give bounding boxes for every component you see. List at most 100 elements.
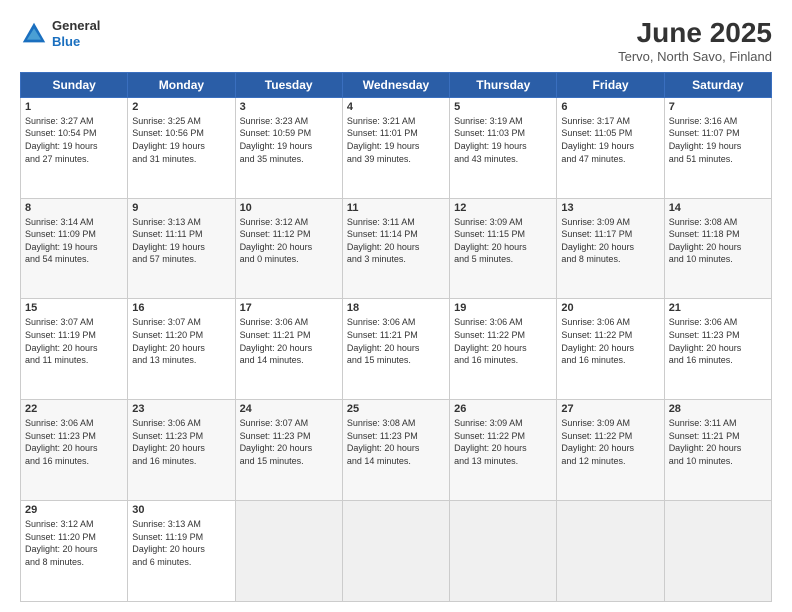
- calendar-header-saturday: Saturday: [664, 72, 771, 97]
- day-number: 27: [561, 403, 659, 415]
- calendar-cell: 6Sunrise: 3:17 AM Sunset: 11:05 PM Dayli…: [557, 97, 664, 198]
- calendar-cell: [664, 501, 771, 602]
- day-info: Sunrise: 3:11 AM Sunset: 11:21 PM Daylig…: [669, 417, 767, 467]
- day-info: Sunrise: 3:07 AM Sunset: 11:20 PM Daylig…: [132, 316, 230, 366]
- day-number: 5: [454, 101, 552, 113]
- day-info: Sunrise: 3:06 AM Sunset: 11:21 PM Daylig…: [240, 316, 338, 366]
- calendar-week-row: 8Sunrise: 3:14 AM Sunset: 11:09 PM Dayli…: [21, 198, 772, 299]
- day-number: 15: [25, 302, 123, 314]
- title-block: June 2025 Tervo, North Savo, Finland: [618, 18, 772, 64]
- calendar-cell: 2 Sunrise: 3:25 AM Sunset: 10:56 PM Dayli…: [128, 97, 235, 198]
- calendar-week-row: 22 Sunrise: 3:06 AM Sunset: 11:23 PM Dayl…: [21, 400, 772, 501]
- calendar-week-row: 29Sunrise: 3:12 AM Sunset: 11:20 PM Dayl…: [21, 501, 772, 602]
- day-info: Sunrise: 3:17 AM Sunset: 11:05 PM Daylig…: [561, 115, 659, 165]
- calendar-cell: 30 Sunrise: 3:13 AM Sunset: 11:19 PM Dayl…: [128, 501, 235, 602]
- calendar-cell: [235, 501, 342, 602]
- calendar-cell: 4 Sunrise: 3:21 AM Sunset: 11:01 PM Dayli…: [342, 97, 449, 198]
- calendar-cell: 24 Sunrise: 3:07 AM Sunset: 11:23 PM Dayl…: [235, 400, 342, 501]
- page: General Blue June 2025 Tervo, North Savo…: [0, 0, 792, 612]
- day-number: 1: [25, 101, 123, 113]
- calendar-cell: 28 Sunrise: 3:11 AM Sunset: 11:21 PM Dayl…: [664, 400, 771, 501]
- day-number: 21: [669, 302, 767, 314]
- calendar-cell: 18 Sunrise: 3:06 AM Sunset: 11:21 PM Dayl…: [342, 299, 449, 400]
- calendar-cell: 27 Sunrise: 3:09 AM Sunset: 11:22 PM Dayl…: [557, 400, 664, 501]
- day-info: Sunrise: 3:06 AM Sunset: 11:23 PM Daylig…: [669, 316, 767, 366]
- calendar-header-tuesday: Tuesday: [235, 72, 342, 97]
- day-number: 3: [240, 101, 338, 113]
- day-number: 7: [669, 101, 767, 113]
- calendar-cell: 21 Sunrise: 3:06 AM Sunset: 11:23 PM Dayl…: [664, 299, 771, 400]
- day-info: Sunrise: 3:06 AM Sunset: 11:22 PM Daylig…: [561, 316, 659, 366]
- day-number: 11: [347, 202, 445, 214]
- day-number: 28: [669, 403, 767, 415]
- day-info: Sunrise: 3:09 AM Sunset: 11:22 PM Daylig…: [561, 417, 659, 467]
- calendar-cell: 14Sunrise: 3:08 AM Sunset: 11:18 PM Dayl…: [664, 198, 771, 299]
- day-number: 22: [25, 403, 123, 415]
- day-number: 17: [240, 302, 338, 314]
- day-info: Sunrise: 3:12 AM Sunset: 11:20 PM Daylig…: [25, 518, 123, 568]
- calendar-week-row: 1 Sunrise: 3:27 AM Sunset: 10:54 PM Dayli…: [21, 97, 772, 198]
- day-info: Sunrise: 3:16 AM Sunset: 11:07 PM Daylig…: [669, 115, 767, 165]
- subtitle: Tervo, North Savo, Finland: [618, 49, 772, 64]
- day-number: 10: [240, 202, 338, 214]
- calendar-cell: 13 Sunrise: 3:09 AM Sunset: 11:17 PM Dayl…: [557, 198, 664, 299]
- calendar-cell: 11 Sunrise: 3:11 AM Sunset: 11:14 PM Dayl…: [342, 198, 449, 299]
- calendar-cell: 12Sunrise: 3:09 AM Sunset: 11:15 PM Dayl…: [450, 198, 557, 299]
- day-info: Sunrise: 3:27 AM Sunset: 10:54 PM Daylig…: [25, 115, 123, 165]
- day-number: 25: [347, 403, 445, 415]
- day-info: Sunrise: 3:06 AM Sunset: 11:22 PM Daylig…: [454, 316, 552, 366]
- calendar-header-friday: Friday: [557, 72, 664, 97]
- day-info: Sunrise: 3:07 AM Sunset: 11:23 PM Daylig…: [240, 417, 338, 467]
- day-info: Sunrise: 3:06 AM Sunset: 11:21 PM Daylig…: [347, 316, 445, 366]
- day-number: 19: [454, 302, 552, 314]
- day-info: Sunrise: 3:14 AM Sunset: 11:09 PM Daylig…: [25, 216, 123, 266]
- day-number: 24: [240, 403, 338, 415]
- day-number: 30: [132, 504, 230, 516]
- day-info: Sunrise: 3:12 AM Sunset: 11:12 PM Daylig…: [240, 216, 338, 266]
- calendar-week-row: 15 Sunrise: 3:07 AM Sunset: 11:19 PM Dayl…: [21, 299, 772, 400]
- main-title: June 2025: [618, 18, 772, 49]
- day-info: Sunrise: 3:25 AM Sunset: 10:56 PM Daylig…: [132, 115, 230, 165]
- calendar-cell: 19 Sunrise: 3:06 AM Sunset: 11:22 PM Dayl…: [450, 299, 557, 400]
- calendar-header-sunday: Sunday: [21, 72, 128, 97]
- logo-icon: [20, 20, 48, 48]
- day-info: Sunrise: 3:09 AM Sunset: 11:22 PM Daylig…: [454, 417, 552, 467]
- calendar-cell: [342, 501, 449, 602]
- calendar-cell: 23Sunrise: 3:06 AM Sunset: 11:23 PM Dayl…: [128, 400, 235, 501]
- calendar-cell: [557, 501, 664, 602]
- calendar-cell: 1 Sunrise: 3:27 AM Sunset: 10:54 PM Dayli…: [21, 97, 128, 198]
- logo: General Blue: [20, 18, 100, 49]
- day-number: 13: [561, 202, 659, 214]
- day-number: 14: [669, 202, 767, 214]
- day-number: 4: [347, 101, 445, 113]
- day-number: 26: [454, 403, 552, 415]
- day-info: Sunrise: 3:07 AM Sunset: 11:19 PM Daylig…: [25, 316, 123, 366]
- calendar-header-row: SundayMondayTuesdayWednesdayThursdayFrid…: [21, 72, 772, 97]
- calendar-header-thursday: Thursday: [450, 72, 557, 97]
- day-number: 18: [347, 302, 445, 314]
- day-info: Sunrise: 3:19 AM Sunset: 11:03 PM Daylig…: [454, 115, 552, 165]
- calendar-cell: 5 Sunrise: 3:19 AM Sunset: 11:03 PM Dayli…: [450, 97, 557, 198]
- day-number: 2: [132, 101, 230, 113]
- day-number: 9: [132, 202, 230, 214]
- logo-text: General Blue: [52, 18, 100, 49]
- calendar-table: SundayMondayTuesdayWednesdayThursdayFrid…: [20, 72, 772, 602]
- calendar-cell: 3Sunrise: 3:23 AM Sunset: 10:59 PM Dayli…: [235, 97, 342, 198]
- day-info: Sunrise: 3:09 AM Sunset: 11:15 PM Daylig…: [454, 216, 552, 266]
- calendar-cell: 9 Sunrise: 3:13 AM Sunset: 11:11 PM Dayli…: [128, 198, 235, 299]
- day-info: Sunrise: 3:09 AM Sunset: 11:17 PM Daylig…: [561, 216, 659, 266]
- day-number: 16: [132, 302, 230, 314]
- calendar-cell: 7 Sunrise: 3:16 AM Sunset: 11:07 PM Dayli…: [664, 97, 771, 198]
- day-info: Sunrise: 3:13 AM Sunset: 11:19 PM Daylig…: [132, 518, 230, 568]
- calendar-header-monday: Monday: [128, 72, 235, 97]
- calendar-cell: 16 Sunrise: 3:07 AM Sunset: 11:20 PM Dayl…: [128, 299, 235, 400]
- day-info: Sunrise: 3:21 AM Sunset: 11:01 PM Daylig…: [347, 115, 445, 165]
- calendar-cell: 10 Sunrise: 3:12 AM Sunset: 11:12 PM Dayl…: [235, 198, 342, 299]
- calendar-cell: 26 Sunrise: 3:09 AM Sunset: 11:22 PM Dayl…: [450, 400, 557, 501]
- day-info: Sunrise: 3:13 AM Sunset: 11:11 PM Daylig…: [132, 216, 230, 266]
- day-info: Sunrise: 3:06 AM Sunset: 11:23 PM Daylig…: [132, 417, 230, 467]
- day-info: Sunrise: 3:11 AM Sunset: 11:14 PM Daylig…: [347, 216, 445, 266]
- calendar-cell: [450, 501, 557, 602]
- header: General Blue June 2025 Tervo, North Savo…: [20, 18, 772, 64]
- day-info: Sunrise: 3:06 AM Sunset: 11:23 PM Daylig…: [25, 417, 123, 467]
